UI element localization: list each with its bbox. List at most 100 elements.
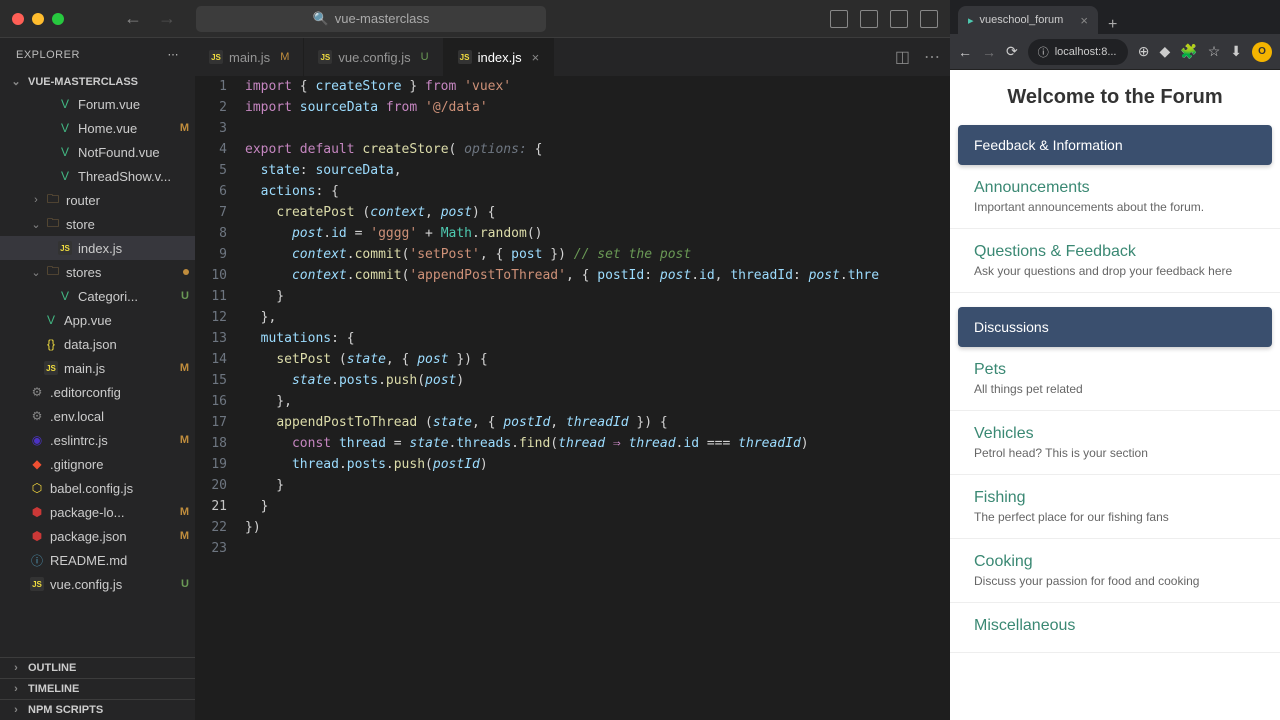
more-icon[interactable]: ⋯ bbox=[168, 48, 180, 61]
tab-favicon: ▸ bbox=[968, 14, 974, 27]
file-tree-item[interactable]: ⓘREADME.md bbox=[0, 548, 195, 572]
file-tree-item[interactable]: ⌄🗀stores bbox=[0, 260, 195, 284]
forum-item[interactable]: Miscellaneous bbox=[950, 603, 1280, 653]
category-header: Feedback & Information bbox=[958, 125, 1272, 165]
file-tree-item[interactable]: VApp.vue bbox=[0, 308, 195, 332]
forum-title[interactable]: Miscellaneous bbox=[974, 617, 1256, 635]
editor-tab[interactable]: JSindex.js× bbox=[444, 38, 555, 76]
forum-item[interactable]: FishingThe perfect place for our fishing… bbox=[950, 475, 1280, 539]
editor-tab[interactable]: JSmain.jsM bbox=[195, 38, 304, 76]
extension-icon[interactable]: ◆ bbox=[1159, 43, 1170, 60]
outline-section[interactable]: ›OUTLINE bbox=[0, 657, 195, 678]
file-tree-item[interactable]: ›🗀router bbox=[0, 188, 195, 212]
close-window-button[interactable] bbox=[12, 13, 24, 25]
extensions-icon[interactable]: 🧩 bbox=[1180, 43, 1197, 60]
forum-description: Discuss your passion for food and cookin… bbox=[974, 574, 1256, 588]
extension-icon[interactable]: ⊕ bbox=[1138, 43, 1150, 60]
browser-tab-strip: ▸ vueschool_forum × + bbox=[950, 0, 1280, 34]
file-tree-item[interactable]: VCategori...U bbox=[0, 284, 195, 308]
file-tree-item[interactable]: VForum.vue bbox=[0, 92, 195, 116]
split-editor-icon[interactable]: ◫ bbox=[895, 47, 910, 67]
editor-area: JSmain.jsMJSvue.config.jsUJSindex.js× ◫ … bbox=[195, 38, 950, 720]
file-tree-item[interactable]: ⬢package.jsonM bbox=[0, 524, 195, 548]
vscode-window: ← → 🔍 vue-masterclass EXPLORER ⋯ ⌄ VUE-M… bbox=[0, 0, 950, 720]
forum-description: Petrol head? This is your section bbox=[974, 446, 1256, 460]
project-header[interactable]: ⌄ VUE-MASTERCLASS bbox=[0, 71, 195, 92]
editor-actions: ◫ ⋯ bbox=[885, 47, 950, 67]
file-tree-item[interactable]: VNotFound.vue bbox=[0, 140, 195, 164]
forum-title[interactable]: Announcements bbox=[974, 179, 1256, 197]
profile-avatar[interactable]: O bbox=[1252, 42, 1272, 62]
file-tree-item[interactable]: ⬢package-lo...M bbox=[0, 500, 195, 524]
nav-forward-icon[interactable]: → bbox=[158, 8, 176, 29]
forum-title[interactable]: Vehicles bbox=[974, 425, 1256, 443]
project-name: vue-masterclass bbox=[335, 11, 430, 26]
category-header: Discussions bbox=[958, 307, 1272, 347]
forum-title[interactable]: Fishing bbox=[974, 489, 1256, 507]
layout-icon[interactable] bbox=[860, 10, 878, 28]
project-name: VUE-MASTERCLASS bbox=[28, 76, 138, 88]
nav-back-icon[interactable]: ← bbox=[124, 8, 142, 29]
new-tab-button[interactable]: + bbox=[1108, 16, 1117, 34]
browser-tab[interactable]: ▸ vueschool_forum × bbox=[958, 6, 1098, 34]
file-tree-item[interactable]: JSmain.jsM bbox=[0, 356, 195, 380]
forum-description: All things pet related bbox=[974, 382, 1256, 396]
command-center[interactable]: 🔍 vue-masterclass bbox=[196, 6, 546, 32]
minimize-window-button[interactable] bbox=[32, 13, 44, 25]
line-gutter: 1234567891011121314151617181920212223 bbox=[195, 76, 245, 720]
file-tree-item[interactable]: JSindex.js bbox=[0, 236, 195, 260]
layout-controls bbox=[830, 10, 938, 28]
timeline-section[interactable]: ›TIMELINE bbox=[0, 678, 195, 699]
search-icon: 🔍 bbox=[313, 11, 329, 27]
tab-title: vueschool_forum bbox=[980, 14, 1064, 26]
more-icon[interactable]: ⋯ bbox=[924, 47, 940, 67]
explorer-title: EXPLORER bbox=[16, 49, 80, 61]
file-tree-item[interactable]: VHome.vueM bbox=[0, 116, 195, 140]
back-icon[interactable]: ← bbox=[958, 44, 972, 60]
layout-icon[interactable] bbox=[890, 10, 908, 28]
tab-bar: JSmain.jsMJSvue.config.jsUJSindex.js× ◫ … bbox=[195, 38, 950, 76]
layout-icon[interactable] bbox=[920, 10, 938, 28]
download-icon[interactable]: ⬇ bbox=[1230, 43, 1242, 60]
browser-actions: ⊕ ◆ 🧩 ☆ ⬇ O bbox=[1138, 42, 1272, 62]
file-tree-item[interactable]: {}data.json bbox=[0, 332, 195, 356]
reload-icon[interactable]: ⟳ bbox=[1006, 43, 1018, 60]
forum-description: Ask your questions and drop your feedbac… bbox=[974, 264, 1256, 278]
forum-item[interactable]: Questions & Feedback Ask your questions a… bbox=[950, 229, 1280, 293]
window-controls bbox=[12, 13, 64, 25]
file-tree-item[interactable]: VThreadShow.v... bbox=[0, 164, 195, 188]
file-tree-item[interactable]: ⚙.editorconfig bbox=[0, 380, 195, 404]
page-content: Welcome to the Forum Feedback & Informat… bbox=[950, 70, 1280, 720]
forward-icon[interactable]: → bbox=[982, 44, 996, 60]
file-tree-item[interactable]: ◆.gitignore bbox=[0, 452, 195, 476]
editor-tab[interactable]: JSvue.config.jsU bbox=[304, 38, 443, 76]
bookmark-icon[interactable]: ☆ bbox=[1208, 43, 1221, 60]
forum-item[interactable]: Vehicles Petrol head? This is your sectio… bbox=[950, 411, 1280, 475]
file-tree-item[interactable]: ⬡babel.config.js bbox=[0, 476, 195, 500]
file-tree-item[interactable]: JSvue.config.jsU bbox=[0, 572, 195, 596]
forum-item[interactable]: Announcements Important announcements abo… bbox=[950, 165, 1280, 229]
browser-toolbar: ← → ⟳ ⓘ localhost:8... ⊕ ◆ 🧩 ☆ ⬇ O bbox=[950, 34, 1280, 70]
code-editor[interactable]: 1234567891011121314151617181920212223 im… bbox=[195, 76, 950, 720]
forum-item[interactable]: Cooking Discuss your passion for food and… bbox=[950, 539, 1280, 603]
forum-item[interactable]: Pets All things pet related bbox=[950, 347, 1280, 411]
titlebar: ← → 🔍 vue-masterclass bbox=[0, 0, 950, 38]
forum-description: Important announcements about the forum. bbox=[974, 200, 1256, 214]
npm-section[interactable]: ›NPM SCRIPTS bbox=[0, 699, 195, 720]
explorer-header: EXPLORER ⋯ bbox=[0, 38, 195, 71]
maximize-window-button[interactable] bbox=[52, 13, 64, 25]
file-tree-item[interactable]: ⌄🗀store bbox=[0, 212, 195, 236]
chevron-down-icon: ⌄ bbox=[8, 75, 24, 88]
close-tab-icon[interactable]: × bbox=[1080, 13, 1088, 28]
code-content[interactable]: import { createStore } from 'vuex' impor… bbox=[245, 76, 950, 720]
forum-title[interactable]: Pets bbox=[974, 361, 1256, 379]
file-tree-item[interactable]: ⚙.env.local bbox=[0, 404, 195, 428]
address-bar[interactable]: ⓘ localhost:8... bbox=[1028, 39, 1128, 65]
page-title: Welcome to the Forum bbox=[950, 86, 1280, 109]
layout-icon[interactable] bbox=[830, 10, 848, 28]
forum-title[interactable]: Questions & Feedback bbox=[974, 243, 1256, 261]
file-tree-item[interactable]: ◉.eslintrc.jsM bbox=[0, 428, 195, 452]
nav-arrows: ← → bbox=[124, 8, 176, 29]
close-tab-icon[interactable]: × bbox=[532, 50, 540, 65]
forum-title[interactable]: Cooking bbox=[974, 553, 1256, 571]
